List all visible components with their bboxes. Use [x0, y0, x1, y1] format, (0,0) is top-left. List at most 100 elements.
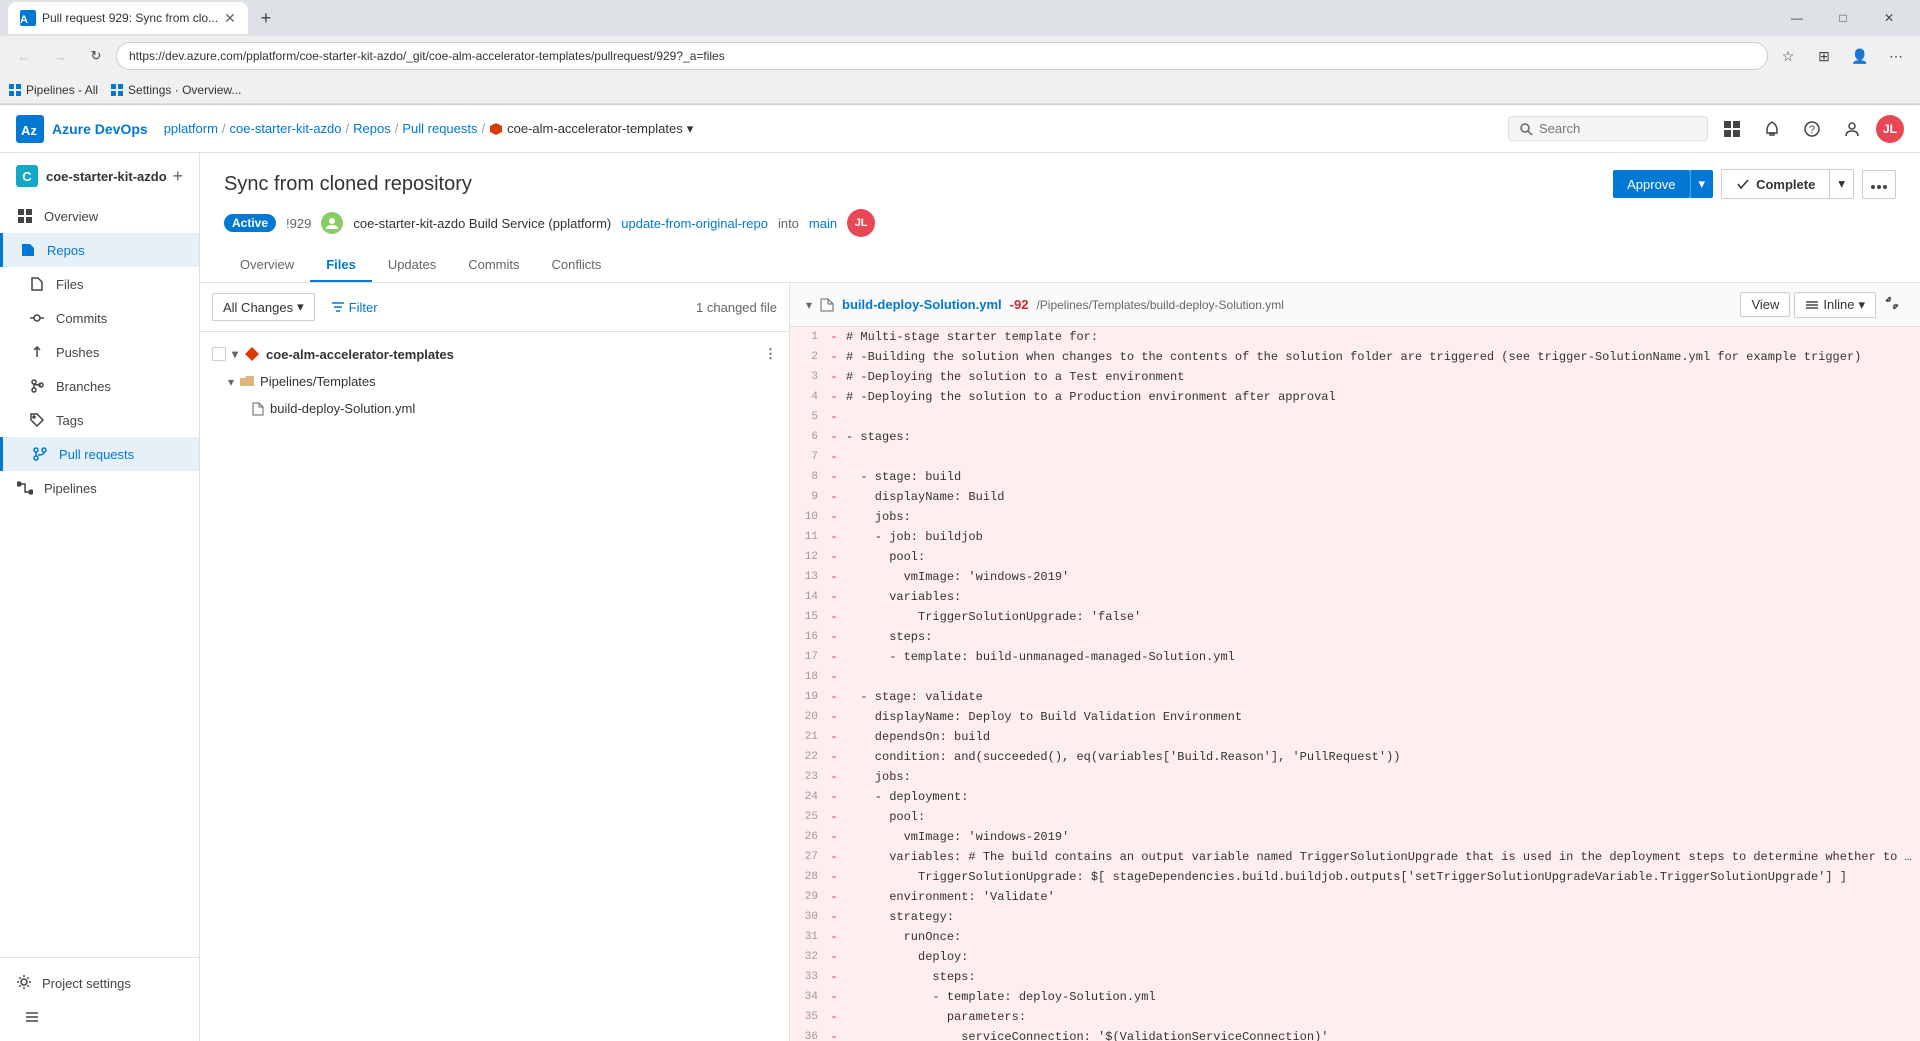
- pr-source-branch[interactable]: update-from-original-repo: [621, 216, 768, 231]
- filter-label: Filter: [349, 300, 378, 315]
- tree-folder-row[interactable]: ▾ Pipelines/Templates: [200, 368, 789, 395]
- status-badge: Active: [224, 214, 276, 232]
- diff-line: 29- environment: 'Validate': [790, 887, 1920, 907]
- breadcrumb-pplatform[interactable]: pplatform: [164, 121, 218, 136]
- tab-conflicts[interactable]: Conflicts: [536, 249, 618, 282]
- minimize-button[interactable]: —: [1774, 0, 1820, 36]
- fav-pipelines-label: Pipelines - All: [26, 83, 98, 97]
- settings-button[interactable]: ⋯: [1880, 40, 1912, 72]
- view-button[interactable]: View: [1740, 292, 1790, 317]
- all-changes-dropdown-icon: ▾: [297, 299, 304, 315]
- breadcrumb-repos[interactable]: Repos: [353, 121, 391, 136]
- filter-button[interactable]: Filter: [323, 295, 386, 320]
- approve-button[interactable]: Approve: [1613, 170, 1689, 198]
- sidebar-project-icon: C: [16, 165, 38, 187]
- tab-overview[interactable]: Overview: [224, 249, 310, 282]
- sidebar-item-pushes[interactable]: Pushes: [0, 335, 199, 369]
- repo-checkbox[interactable]: [212, 347, 226, 361]
- diff-line: 4-# -Deploying the solution to a Product…: [790, 387, 1920, 407]
- line-content: deploy:: [842, 947, 1920, 967]
- back-button[interactable]: ←: [8, 40, 40, 72]
- overview-icon: [16, 207, 34, 225]
- azure-logo[interactable]: Az Azure DevOps: [16, 115, 148, 143]
- forward-button[interactable]: →: [44, 40, 76, 72]
- favorites-button[interactable]: ☆: [1772, 40, 1804, 72]
- maximize-button[interactable]: □: [1820, 0, 1866, 36]
- complete-button-group: Complete ▾: [1721, 169, 1854, 199]
- sidebar-add-button[interactable]: +: [172, 166, 183, 187]
- project-settings-button[interactable]: Project settings: [16, 966, 183, 1001]
- line-marker: -: [826, 567, 842, 587]
- refresh-button[interactable]: ↻: [80, 40, 112, 72]
- more-actions-button[interactable]: [1862, 170, 1896, 199]
- line-content: # -Deploying the solution to a Productio…: [842, 387, 1920, 407]
- line-number: 14: [790, 587, 826, 607]
- sidebar-item-pull-requests[interactable]: Pull requests: [0, 437, 199, 471]
- address-bar[interactable]: https://dev.azure.com/pplatform/coe-star…: [116, 42, 1768, 70]
- close-tab-button[interactable]: ✕: [224, 10, 236, 27]
- pr-branch-arrow: into: [778, 216, 799, 231]
- nav-right: ? JL: [1508, 113, 1904, 145]
- sidebar-item-tags[interactable]: Tags: [0, 403, 199, 437]
- layout-icon-button[interactable]: [1716, 113, 1748, 145]
- sidebar-project: C coe-starter-kit-azdo: [16, 165, 167, 187]
- search-box[interactable]: [1508, 116, 1708, 141]
- complete-button[interactable]: Complete: [1721, 169, 1830, 199]
- sidebar-item-files[interactable]: Files: [0, 267, 199, 301]
- inline-dropdown-icon[interactable]: ▾: [1858, 297, 1865, 313]
- line-number: 23: [790, 767, 826, 787]
- collections-button[interactable]: ⊞: [1808, 40, 1840, 72]
- tree-repo-row[interactable]: ▾ coe-alm-accelerator-templates ⋮: [200, 340, 789, 368]
- project-settings-label: Project settings: [42, 976, 131, 991]
- sidebar-collapse-button[interactable]: [16, 1001, 48, 1033]
- new-tab-button[interactable]: +: [252, 4, 280, 32]
- breadcrumb-org[interactable]: coe-starter-kit-azdo: [230, 121, 342, 136]
- sidebar-item-overview[interactable]: Overview: [0, 199, 199, 233]
- line-number: 30: [790, 907, 826, 927]
- approve-button-group: Approve ▾: [1613, 170, 1713, 198]
- tree-expand-icon[interactable]: ▾: [232, 347, 238, 361]
- inline-button[interactable]: Inline ▾: [1794, 292, 1876, 318]
- expand-diff-button[interactable]: [1880, 291, 1904, 318]
- line-number: 22: [790, 747, 826, 767]
- line-number: 24: [790, 787, 826, 807]
- diff-line: 19- - stage: validate: [790, 687, 1920, 707]
- line-marker: -: [826, 507, 842, 527]
- close-button[interactable]: ✕: [1866, 0, 1912, 36]
- line-number: 10: [790, 507, 826, 527]
- line-marker: -: [826, 407, 842, 427]
- user-settings-button[interactable]: [1836, 113, 1868, 145]
- tab-commits[interactable]: Commits: [452, 249, 535, 282]
- folder-expand-icon[interactable]: ▾: [228, 375, 234, 389]
- repo-diamond-icon: [244, 346, 260, 362]
- account-button[interactable]: 👤: [1844, 40, 1876, 72]
- fav-pipelines[interactable]: Pipelines - All: [8, 83, 98, 97]
- breadcrumb-prs[interactable]: Pull requests: [402, 121, 477, 136]
- fav-settings[interactable]: Settings · Overview...: [110, 83, 241, 97]
- line-number: 31: [790, 927, 826, 947]
- window-controls: — □ ✕: [1774, 0, 1912, 36]
- tab-files[interactable]: Files: [310, 249, 372, 282]
- search-input[interactable]: [1539, 121, 1679, 136]
- browser-tab[interactable]: A Pull request 929: Sync from clo... ✕: [8, 2, 248, 34]
- line-content: serviceConnection: '$(ValidationServiceC…: [842, 1027, 1920, 1041]
- sidebar-item-branches[interactable]: Branches: [0, 369, 199, 403]
- avatar[interactable]: JL: [1876, 115, 1904, 143]
- repo-kebab-menu[interactable]: ⋮: [764, 346, 777, 362]
- help-icon-button[interactable]: ?: [1796, 113, 1828, 145]
- sidebar-item-pipelines[interactable]: Pipelines: [0, 471, 199, 505]
- notifications-icon-button[interactable]: [1756, 113, 1788, 145]
- tab-updates[interactable]: Updates: [372, 249, 452, 282]
- diff-line: 23- jobs:: [790, 767, 1920, 787]
- breadcrumb-dropdown-icon[interactable]: ▾: [687, 121, 694, 137]
- sidebar-item-commits[interactable]: Commits: [0, 301, 199, 335]
- line-number: 33: [790, 967, 826, 987]
- tree-file-row[interactable]: build-deploy-Solution.yml: [200, 395, 789, 422]
- approve-dropdown-button[interactable]: ▾: [1690, 170, 1714, 198]
- diff-collapse-icon[interactable]: ▾: [806, 298, 812, 312]
- complete-dropdown-button[interactable]: ▾: [1830, 169, 1854, 199]
- sidebar-item-repos[interactable]: Repos: [0, 233, 199, 267]
- pr-target-branch[interactable]: main: [809, 216, 837, 231]
- changed-file-count: 1 changed file: [696, 300, 777, 315]
- all-changes-dropdown[interactable]: All Changes ▾: [212, 293, 315, 321]
